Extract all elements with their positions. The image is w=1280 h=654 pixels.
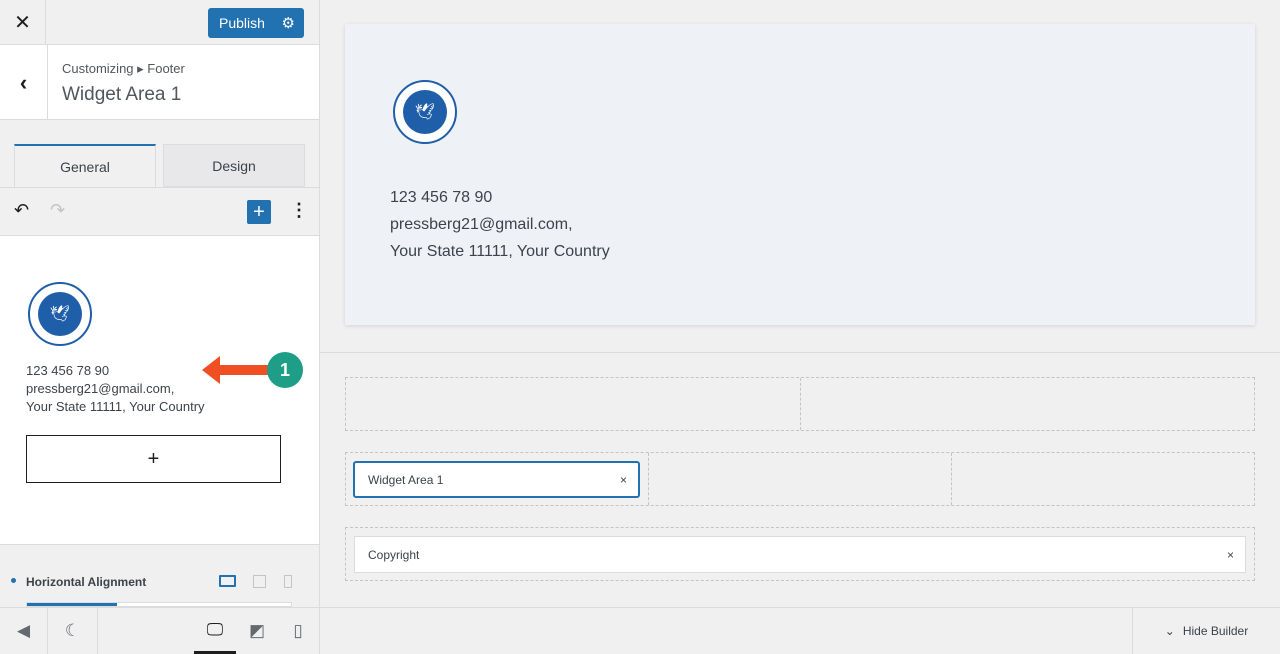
phone-text: 123 456 78 90 (390, 189, 493, 206)
widget-area-label: Widget Area 1 (368, 472, 444, 487)
builder-row-main: Widget Area 1 × (345, 452, 1255, 506)
horizontal-alignment-label: Horizontal Alignment (26, 575, 147, 589)
footer-preview: 🕊 123 456 78 90 pressberg21@gmail.com, Y… (345, 24, 1255, 325)
address-text: Your State 11111, Your Country (26, 399, 205, 414)
builder-cell[interactable]: Copyright × (346, 528, 1254, 580)
hide-builder-button[interactable]: ⌄ Hide Builder (1132, 608, 1280, 654)
publish-label: Publish (219, 15, 265, 31)
email-text: pressberg21@gmail.com, (390, 216, 573, 233)
section-header: ‹ Customizing ▸ Footer Widget Area 1 (0, 45, 319, 120)
copyright-label: Copyright (368, 547, 420, 562)
breadcrumb: Customizing ▸ Footer (62, 61, 185, 76)
page-title: Widget Area 1 (62, 84, 182, 105)
bottom-bar: ◀ ☾ 🖵 ◩ ▯ ⌄ Hide Builder (0, 607, 1280, 654)
phone-text: 123 456 78 90 (26, 363, 110, 378)
add-block-button[interactable]: + (247, 200, 271, 224)
dark-mode-icon[interactable]: ☾ (48, 608, 98, 654)
block-editor[interactable]: 🕊 123 456 78 90 pressberg21@gmail.com, Y… (0, 236, 319, 545)
email-text: pressberg21@gmail.com, (26, 381, 175, 396)
builder-row-top (345, 377, 1255, 431)
remove-icon[interactable]: × (1227, 548, 1234, 562)
copyright-item[interactable]: Copyright × (354, 536, 1246, 573)
builder-cell[interactable] (346, 378, 801, 430)
more-options-icon[interactable]: ⋮ (290, 200, 308, 221)
gear-icon[interactable]: ⚙ (282, 14, 295, 32)
desktop-icon[interactable] (219, 575, 236, 587)
top-bar: ✕ Publish ⚙ (0, 0, 319, 45)
collapse-sidebar-icon[interactable]: ◀ (0, 608, 48, 654)
tab-general[interactable]: General (14, 144, 156, 187)
customizer-sidebar: ✕ Publish ⚙ ‹ Customizing ▸ Footer Widget… (0, 0, 320, 653)
mobile-icon[interactable] (284, 575, 292, 588)
widget-area-1-item[interactable]: Widget Area 1 × (353, 461, 640, 498)
back-chevron-icon[interactable]: ‹ (0, 45, 48, 120)
club-logo: 🕊 (28, 282, 92, 346)
redo-icon[interactable]: ↷ (50, 200, 65, 221)
editor-toolbar: ↶ ↷ + ⋮ (0, 187, 319, 236)
chevron-down-icon: ⌄ (1164, 624, 1175, 638)
preview-tablet-icon[interactable]: ◩ (236, 608, 278, 654)
divider (320, 352, 1280, 353)
builder-cell[interactable] (649, 453, 952, 505)
address-text: Your State 11111, Your Country (390, 243, 610, 260)
close-icon[interactable]: ✕ (0, 0, 46, 45)
builder-cell[interactable]: Widget Area 1 × (346, 453, 649, 505)
club-logo: 🕊 (393, 80, 457, 144)
builder-cell[interactable] (952, 453, 1254, 505)
tablet-icon[interactable] (253, 575, 266, 588)
add-block-inline-button[interactable]: + (26, 435, 281, 483)
tab-design[interactable]: Design (163, 144, 305, 187)
remove-icon[interactable]: × (620, 473, 627, 487)
publish-button[interactable]: Publish ⚙ (208, 8, 304, 38)
dot-indicator (11, 578, 16, 583)
preview-mobile-icon[interactable]: ▯ (278, 608, 318, 654)
builder-cell[interactable] (801, 378, 1255, 430)
preview-desktop-icon[interactable]: 🖵 (194, 608, 236, 654)
undo-icon[interactable]: ↶ (14, 200, 29, 221)
hide-builder-label: Hide Builder (1182, 624, 1249, 638)
annotation-badge: 1 (267, 352, 303, 388)
builder-row-bottom: Copyright × (345, 527, 1255, 581)
